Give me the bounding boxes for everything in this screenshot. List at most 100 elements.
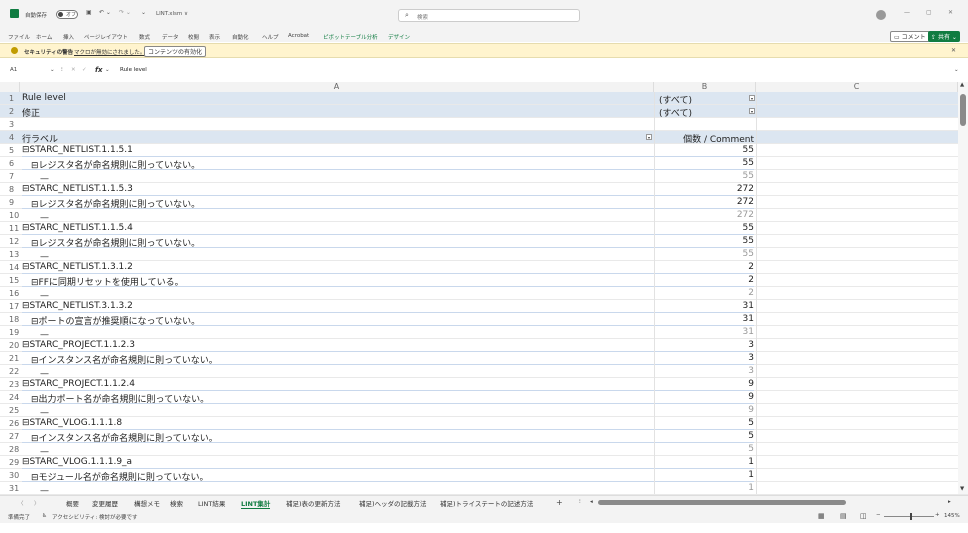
cell-b[interactable]: 2 [748,262,754,272]
menu-design[interactable]: デザイン [388,33,410,41]
cell-b[interactable]: 31 [743,327,754,337]
close-warning-icon[interactable]: ✕ [951,47,956,54]
table-row[interactable]: 17 ⊟STARC_NETLIST.3.1.3.2 31 [0,300,968,313]
vertical-scroll-thumb[interactable] [960,94,966,126]
next-sheet-icon[interactable]: 〉 [34,499,40,507]
table-row[interactable]: 1 Rule level (すべて) ▾ [0,92,968,106]
cell-b[interactable]: 1 [748,457,754,467]
table-row[interactable]: 13 —55 [0,248,968,262]
table-row[interactable]: 15 ⊟FFに同期リセットを使用している。 2 [0,274,968,288]
table-row[interactable]: 28 —5 [0,443,968,457]
row-number[interactable]: 1 [0,94,20,103]
cell-b[interactable]: 2 [748,288,754,298]
enable-content-button[interactable]: コンテンツの有効化 [144,46,207,57]
tab-lint-results[interactable]: LINT結果 [198,498,225,508]
accessibility-status[interactable]: アクセシビリティ: 検討が必要です [52,513,138,521]
worksheet-grid[interactable]: A B C 1 Rule level (すべて) ▾ 2 修正 (すべて) ▾ 3 4 行ラベル 個数… [0,82,968,496]
table-row[interactable]: 18 ⊟ポートの宣言が推奨順になっていない。 31 [0,313,968,327]
cell-a[interactable]: ⊟STARC_NETLIST.3.1.3.2 [22,301,133,311]
vertical-scrollbar[interactable]: ▲ ▼ [958,82,968,494]
search-box[interactable]: ⌕ 検索 [398,9,580,22]
cell-b[interactable]: 9 [748,392,754,402]
add-sheet-icon[interactable]: + [556,498,563,507]
table-row[interactable]: 7 —55 [0,170,968,184]
confirm-entry-icon[interactable]: ✓ [82,67,87,73]
tab-overview[interactable]: 概要 [66,498,79,508]
table-row[interactable]: 24 ⊟出力ポート名が命名規則に則っていない。 9 [0,391,968,405]
cell-b[interactable]: 1 [748,470,754,480]
cell-a[interactable]: ⊟STARC_VLOG.1.1.1.8 [22,418,122,428]
cell-b[interactable]: 272 [737,210,754,220]
cell-b[interactable]: 272 [737,184,754,194]
row-number[interactable]: 8 [0,185,20,194]
row-number[interactable]: 15 [0,276,20,285]
tab-note-tristate[interactable]: 補足)トライステートの記述方法 [440,498,533,508]
table-row[interactable]: 22 —3 [0,365,968,379]
row-number[interactable]: 11 [0,224,20,233]
table-row[interactable]: 31 —1 [0,482,968,496]
table-row[interactable]: 26 ⊟STARC_VLOG.1.1.1.8 5 [0,417,968,430]
row-number[interactable]: 19 [0,328,20,337]
row-number[interactable]: 23 [0,380,20,389]
insert-function-dropdown-icon[interactable]: ⌄ [105,67,110,73]
table-row[interactable]: 12 ⊟レジスタ名が命名規則に則っていない。 55 [0,235,968,249]
cell-a[interactable]: ⊟STARC_NETLIST.1.1.5.4 [22,223,133,233]
prev-sheet-icon[interactable]: 〈 [18,499,24,507]
normal-view-icon[interactable]: ▦ [818,512,825,520]
cell-a[interactable]: ⊟STARC_PROJECT.1.1.2.4 [22,379,135,389]
table-row[interactable]: 2 修正 (すべて) ▾ [0,105,968,119]
table-row[interactable]: 25 —9 [0,404,968,418]
tab-note-table-update[interactable]: 補足)表の更新方法 [286,498,341,508]
cell-b[interactable]: 55 [743,158,754,168]
undo-icon[interactable]: ↶ ⌄ [99,9,111,16]
page-break-view-icon[interactable]: ◫ [860,512,867,520]
restore-icon[interactable]: ▢ [926,9,932,16]
hscroll-right-icon[interactable]: ▸ [948,499,951,505]
row-number[interactable]: 10 [0,211,20,220]
cell-b[interactable]: 2 [748,275,754,285]
cell-a[interactable]: ⊟STARC_NETLIST.1.1.5.1 [22,145,133,155]
menu-review[interactable]: 校閲 [188,33,199,41]
scroll-down-icon[interactable]: ▼ [960,486,964,492]
table-row[interactable]: 19 —31 [0,326,968,340]
cell-b[interactable]: 3 [748,340,754,350]
table-row[interactable]: 3 [0,118,968,131]
menu-pivottable-analyze[interactable]: ピボットテーブル分析 [323,33,378,41]
cell-a[interactable]: ⊟STARC_NETLIST.1.1.5.3 [22,184,133,194]
table-row[interactable]: 27 ⊟インスタンス名が命名規則に則っていない。 5 [0,430,968,444]
autosave-toggle[interactable]: オフ [56,10,78,19]
zoom-level[interactable]: 145% [944,513,960,519]
table-row[interactable]: 5 ⊟STARC_NETLIST.1.1.5.1 55 [0,144,968,157]
cell-b[interactable]: 55 [743,145,754,155]
file-name[interactable]: LINT.xlsm ∨ [156,11,188,17]
table-row[interactable]: 14 ⊟STARC_NETLIST.1.3.1.2 2 [0,261,968,274]
hscroll-left-icon[interactable]: ◂ [590,499,593,505]
tab-note-header[interactable]: 補足)ヘッダの記載方法 [359,498,427,508]
cancel-entry-icon[interactable]: ✕ [71,67,76,73]
cell-b[interactable]: 5 [748,444,754,454]
row-number[interactable]: 5 [0,146,20,155]
cell-b[interactable]: 3 [748,353,754,363]
row-number[interactable]: 17 [0,302,20,311]
row-number[interactable]: 20 [0,341,20,350]
tab-lint-summary[interactable]: LINT集計 [241,498,271,509]
insert-function-icon[interactable]: fx [95,66,103,74]
close-icon[interactable]: ✕ [948,9,953,16]
table-row[interactable]: 23 ⊟STARC_PROJECT.1.1.2.4 9 [0,378,968,391]
menu-formulas[interactable]: 数式 [139,33,150,41]
row-number[interactable]: 28 [0,445,20,454]
row-labels-filter-icon[interactable]: ▾ [646,134,652,140]
table-row[interactable]: 8 ⊟STARC_NETLIST.1.1.5.3 272 [0,183,968,196]
row-number[interactable]: 12 [0,237,20,246]
row-number[interactable]: 31 [0,484,20,493]
redo-icon[interactable]: ↷ ⌄ [119,9,131,16]
page-layout-view-icon[interactable]: ▤ [840,512,847,520]
tab-concept-memo[interactable]: 構想メモ [134,498,160,508]
share-button[interactable]: ⇪ 共有 ⌄ [928,31,960,42]
row-number[interactable]: 18 [0,315,20,324]
expand-formula-bar-icon[interactable]: ⌄ [954,67,959,73]
row-number[interactable]: 7 [0,172,20,181]
menu-acrobat[interactable]: Acrobat [288,33,309,39]
menu-insert[interactable]: 挿入 [63,33,74,41]
filter-dropdown-icon[interactable]: ▾ [749,95,755,101]
